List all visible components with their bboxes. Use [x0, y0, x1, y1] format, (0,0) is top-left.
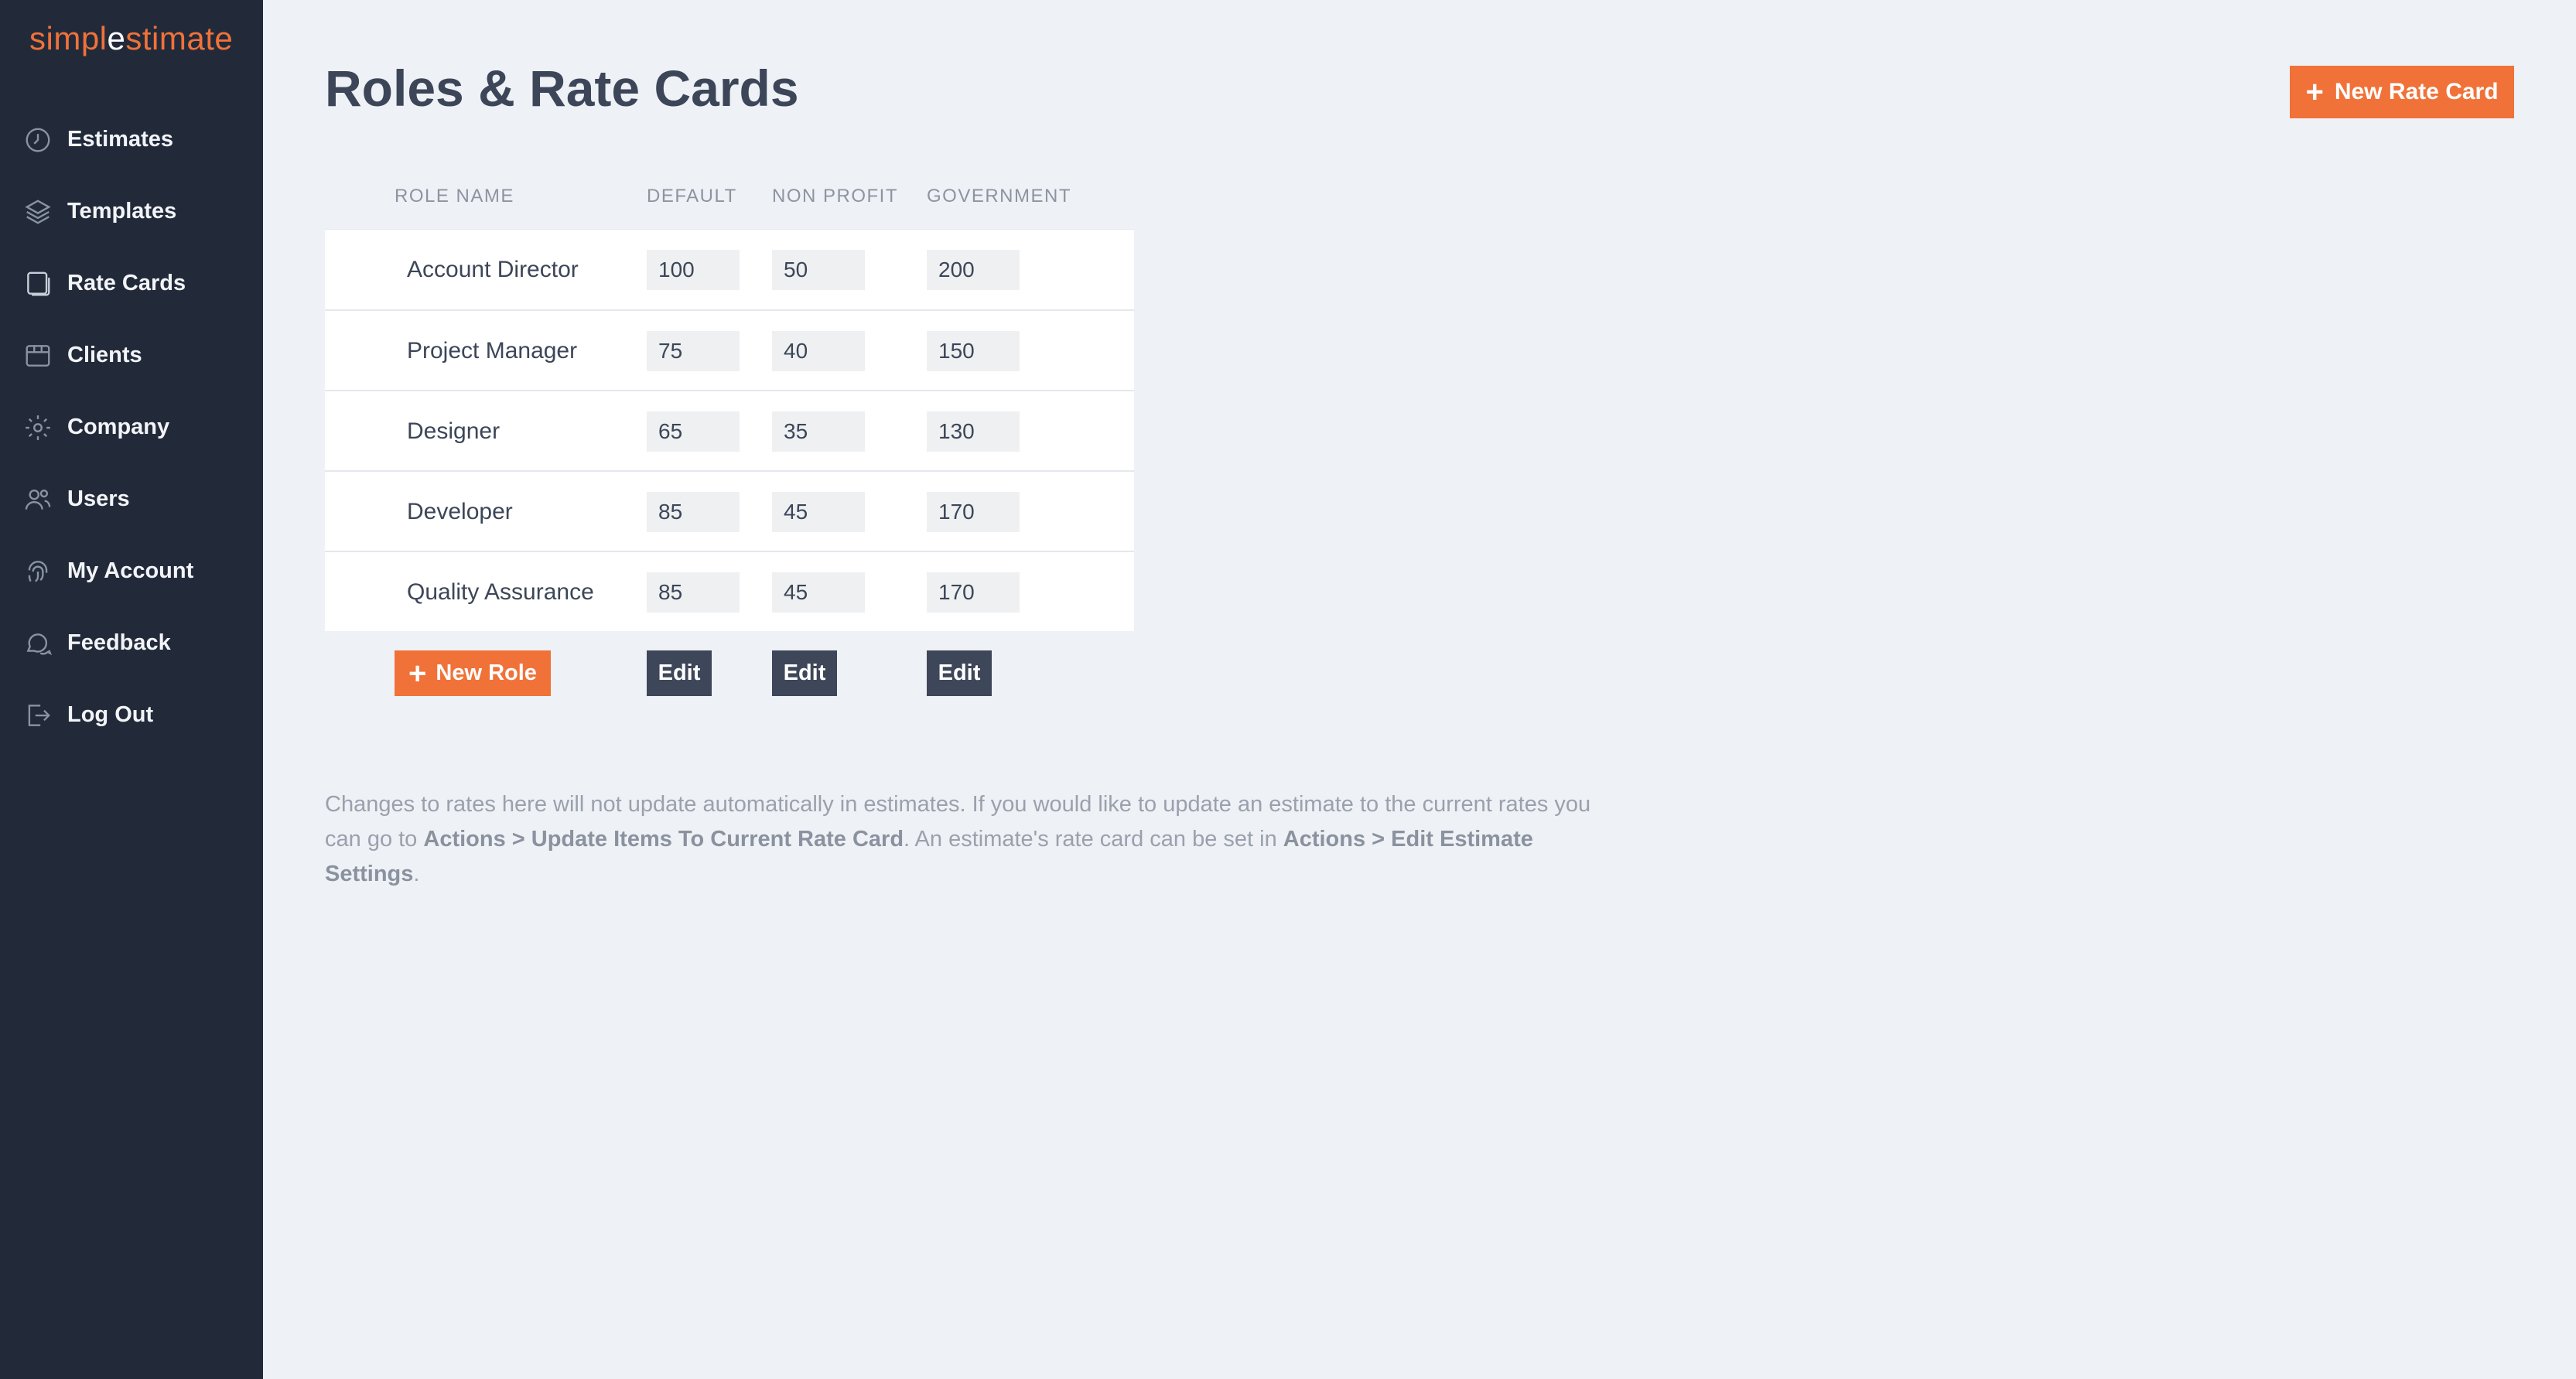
rate-input-default[interactable]	[647, 331, 740, 371]
sidebar-item-label: Log Out	[67, 702, 154, 727]
note-action-update-items: Actions > Update Items To Current Rate C…	[423, 827, 904, 852]
logo-suffix: stimate	[125, 20, 234, 56]
sidebar-item-label: Company	[67, 415, 170, 439]
table-row: Project Manager	[325, 309, 1134, 390]
rate-table: Account Director Project Manager Designe…	[325, 229, 1134, 631]
sidebar-item-label: My Account	[67, 558, 194, 583]
logo-accent-letter: e	[107, 20, 126, 56]
table-row: Quality Assurance	[325, 551, 1134, 631]
clock-icon	[23, 125, 53, 155]
role-name: Developer	[407, 499, 513, 524]
logo-prefix: simpl	[29, 20, 108, 56]
new-rate-card-button[interactable]: + New Rate Card	[2290, 66, 2514, 118]
fingerprint-icon	[23, 557, 53, 586]
sidebar-item-clients[interactable]: Clients	[0, 319, 263, 391]
plus-icon: +	[408, 656, 427, 691]
sidebar: simplestimate Estimates Templates Rate C…	[0, 0, 263, 1379]
layers-icon	[23, 197, 53, 227]
sidebar-item-label: Estimates	[67, 127, 174, 152]
sidebar-item-feedback[interactable]: Feedback	[0, 607, 263, 679]
column-header-non-profit: NON PROFIT	[772, 186, 898, 207]
new-role-label: New Role	[436, 660, 537, 685]
rate-input-government[interactable]	[927, 411, 1020, 452]
edit-default-button[interactable]: Edit	[647, 650, 712, 696]
plus-icon: +	[2305, 75, 2324, 109]
role-name: Designer	[407, 418, 501, 444]
rate-input-non-profit[interactable]	[772, 492, 865, 532]
rate-input-non-profit[interactable]	[772, 411, 865, 452]
rate-input-government[interactable]	[927, 250, 1020, 290]
sidebar-item-label: Rate Cards	[67, 271, 186, 295]
sidebar-item-estimates[interactable]: Estimates	[0, 104, 263, 176]
rate-input-default[interactable]	[647, 411, 740, 452]
role-name: Project Manager	[407, 338, 578, 364]
rate-input-non-profit[interactable]	[772, 572, 865, 613]
logo[interactable]: simplestimate	[29, 20, 233, 57]
role-name: Quality Assurance	[407, 579, 594, 605]
sidebar-item-my-account[interactable]: My Account	[0, 535, 263, 607]
edit-non-profit-button[interactable]: Edit	[772, 650, 837, 696]
gear-icon	[23, 413, 53, 442]
page-title: Roles & Rate Cards	[325, 60, 799, 117]
note-text: . An estimate's rate card can be set in	[904, 827, 1283, 852]
role-name: Account Director	[407, 257, 579, 282]
new-role-button[interactable]: + New Role	[395, 650, 551, 696]
rate-input-non-profit[interactable]	[772, 331, 865, 371]
edit-government-button[interactable]: Edit	[927, 650, 992, 696]
note-text: .	[413, 862, 420, 886]
rate-update-note: Changes to rates here will not update au…	[325, 787, 1609, 892]
rate-input-default[interactable]	[647, 572, 740, 613]
sidebar-item-label: Clients	[67, 343, 142, 367]
sidebar-item-log-out[interactable]: Log Out	[0, 679, 263, 751]
table-row: Account Director	[325, 229, 1134, 309]
column-header-role-name: ROLE NAME	[395, 186, 514, 207]
sidebar-item-label: Feedback	[67, 630, 171, 655]
column-header-default: DEFAULT	[647, 186, 737, 207]
sidebar-item-users[interactable]: Users	[0, 463, 263, 535]
sidebar-item-rate-cards[interactable]: Rate Cards	[0, 247, 263, 319]
main-content: Roles & Rate Cards + New Rate Card ROLE …	[263, 0, 2576, 1379]
store-icon	[23, 341, 53, 370]
cards-icon	[23, 269, 53, 299]
sidebar-nav: Estimates Templates Rate Cards Clients C…	[0, 104, 263, 751]
chat-icon	[23, 629, 53, 658]
sidebar-item-label: Users	[67, 486, 130, 511]
users-icon	[23, 485, 53, 514]
sidebar-item-label: Templates	[67, 199, 177, 224]
rate-input-default[interactable]	[647, 492, 740, 532]
rate-input-government[interactable]	[927, 572, 1020, 613]
sidebar-item-company[interactable]: Company	[0, 391, 263, 463]
rate-input-government[interactable]	[927, 331, 1020, 371]
table-row: Designer	[325, 390, 1134, 470]
rate-input-non-profit[interactable]	[772, 250, 865, 290]
rate-input-default[interactable]	[647, 250, 740, 290]
rate-input-government[interactable]	[927, 492, 1020, 532]
logout-icon	[23, 701, 53, 730]
new-rate-card-label: New Rate Card	[2334, 79, 2499, 104]
sidebar-item-templates[interactable]: Templates	[0, 176, 263, 247]
table-row: Developer	[325, 470, 1134, 551]
column-header-government: GOVERNMENT	[927, 186, 1072, 207]
